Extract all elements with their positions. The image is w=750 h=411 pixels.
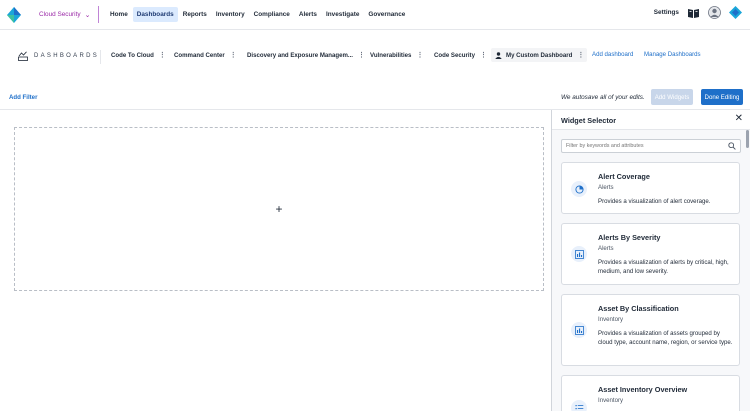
tab-code-to-cloud[interactable]: Code To Cloud ⋮: [111, 51, 166, 60]
add-filter-button[interactable]: Add Filter: [9, 94, 37, 101]
nav-compliance[interactable]: Compliance: [250, 7, 294, 22]
tab-my-custom-dashboard[interactable]: My Custom Dashboard ⋮: [491, 48, 588, 62]
dashboards-icon: [18, 51, 28, 61]
tab-label: Vulnerabilities: [370, 51, 412, 59]
main-nav: Home Dashboards Reports Inventory Compli…: [106, 7, 410, 22]
tab-label: Code Security: [434, 51, 475, 59]
panel-title: Widget Selector: [561, 116, 617, 125]
kebab-menu-icon[interactable]: ⋮: [159, 51, 166, 59]
kebab-menu-icon[interactable]: ⋮: [577, 51, 584, 59]
widget-description: Provides a visualization of alerts by cr…: [598, 259, 729, 276]
manage-dashboards-link[interactable]: Manage Dashboards: [644, 51, 701, 58]
widget-title: Asset Inventory Overview: [598, 385, 688, 394]
product-switcher[interactable]: Cloud Security ⌄: [29, 6, 99, 23]
nav-dashboards[interactable]: Dashboards: [132, 7, 178, 22]
kebab-menu-icon[interactable]: ⋮: [358, 51, 365, 59]
chevron-down-icon: ⌄: [84, 11, 91, 19]
widget-category: Alerts: [598, 245, 614, 252]
widget-card-asset-inventory-overview[interactable]: Asset Inventory Overview Inventory: [561, 375, 740, 411]
dashboard-canvas: +: [0, 110, 551, 411]
widget-card-asset-by-classification[interactable]: Asset By Classification Inventory Provid…: [561, 294, 740, 366]
nav-governance[interactable]: Governance: [364, 7, 409, 22]
product-switcher-label: Cloud Security: [39, 11, 81, 18]
add-dashboard-link[interactable]: Add dashboard: [592, 51, 633, 58]
widget-card-alert-coverage[interactable]: Alert Coverage Alerts Provides a visuali…: [561, 162, 740, 214]
kebab-menu-icon[interactable]: ⋮: [416, 51, 423, 59]
bar-chart-icon: [571, 322, 587, 338]
widget-placeholder[interactable]: +: [14, 127, 544, 291]
prisma-logo-icon[interactable]: [7, 7, 21, 23]
nav-alerts[interactable]: Alerts: [295, 7, 321, 22]
tab-command-center[interactable]: Command Center ⋮: [174, 51, 237, 60]
widget-search[interactable]: [561, 139, 741, 153]
dashboards-brand: DASHBOARDS: [18, 51, 99, 61]
user-avatar[interactable]: [708, 6, 721, 19]
assistant-icon[interactable]: [729, 6, 742, 19]
person-icon: [495, 51, 502, 59]
dashboards-brand-label: DASHBOARDS: [34, 53, 100, 59]
docs-book-icon[interactable]: [687, 6, 700, 19]
tab-vulnerabilities[interactable]: Vulnerabilities ⋮: [370, 51, 423, 60]
filter-row: Add Filter We autosave all of your edits…: [0, 88, 750, 108]
widget-title: Alerts By Severity: [598, 233, 661, 242]
nav-reports[interactable]: Reports: [179, 7, 211, 22]
widget-search-input[interactable]: [566, 143, 726, 149]
kebab-menu-icon[interactable]: ⋮: [230, 51, 237, 59]
divider: [100, 50, 101, 64]
widget-card-alerts-by-severity[interactable]: Alerts By Severity Alerts Provides a vis…: [561, 223, 740, 285]
nav-investigate[interactable]: Investigate: [322, 7, 363, 22]
dashboards-bar: DASHBOARDS Code To Cloud ⋮ Command Center…: [0, 46, 750, 68]
kebab-menu-icon[interactable]: ⋮: [480, 51, 487, 59]
panel-header: Widget Selector ✕: [552, 110, 750, 130]
settings-link[interactable]: Settings: [654, 9, 679, 16]
done-editing-button[interactable]: Done Editing: [701, 89, 743, 105]
tab-label: My Custom Dashboard: [506, 51, 573, 59]
widget-title: Alert Coverage: [598, 172, 650, 181]
search-icon[interactable]: [728, 142, 736, 150]
widget-description: Provides a visualization of alert covera…: [598, 198, 711, 205]
widget-description: Provides a visualization of assets group…: [598, 330, 733, 347]
tab-label: Command Center: [174, 51, 225, 59]
close-icon[interactable]: ✕: [735, 114, 743, 124]
widget-selector-panel: Widget Selector ✕ Alert Coverage Alerts …: [551, 110, 750, 411]
tab-code-security[interactable]: Code Security ⋮: [434, 51, 487, 60]
bar-chart-icon: [571, 246, 587, 262]
top-nav: Cloud Security ⌄ Home Dashboards Reports…: [0, 0, 750, 30]
add-widgets-button[interactable]: Add Widgets: [651, 89, 693, 105]
tab-discovery-exposure[interactable]: Discovery and Exposure Managem... ⋮: [247, 51, 365, 60]
nav-right: Settings: [654, 6, 742, 19]
list-icon: [571, 400, 587, 411]
widget-category: Inventory: [598, 316, 624, 323]
tab-label: Discovery and Exposure Managem...: [247, 51, 354, 59]
pie-chart-icon: [571, 181, 587, 197]
nav-inventory[interactable]: Inventory: [212, 7, 249, 22]
widget-category: Alerts: [598, 184, 614, 191]
nav-home[interactable]: Home: [106, 7, 132, 22]
widget-category: Inventory: [598, 397, 624, 404]
autosave-note: We autosave all of your edits.: [561, 94, 645, 101]
tab-label: Code To Cloud: [111, 51, 154, 59]
scrollbar[interactable]: [746, 130, 749, 148]
widget-title: Asset By Classification: [598, 304, 679, 313]
plus-icon[interactable]: +: [275, 203, 282, 215]
